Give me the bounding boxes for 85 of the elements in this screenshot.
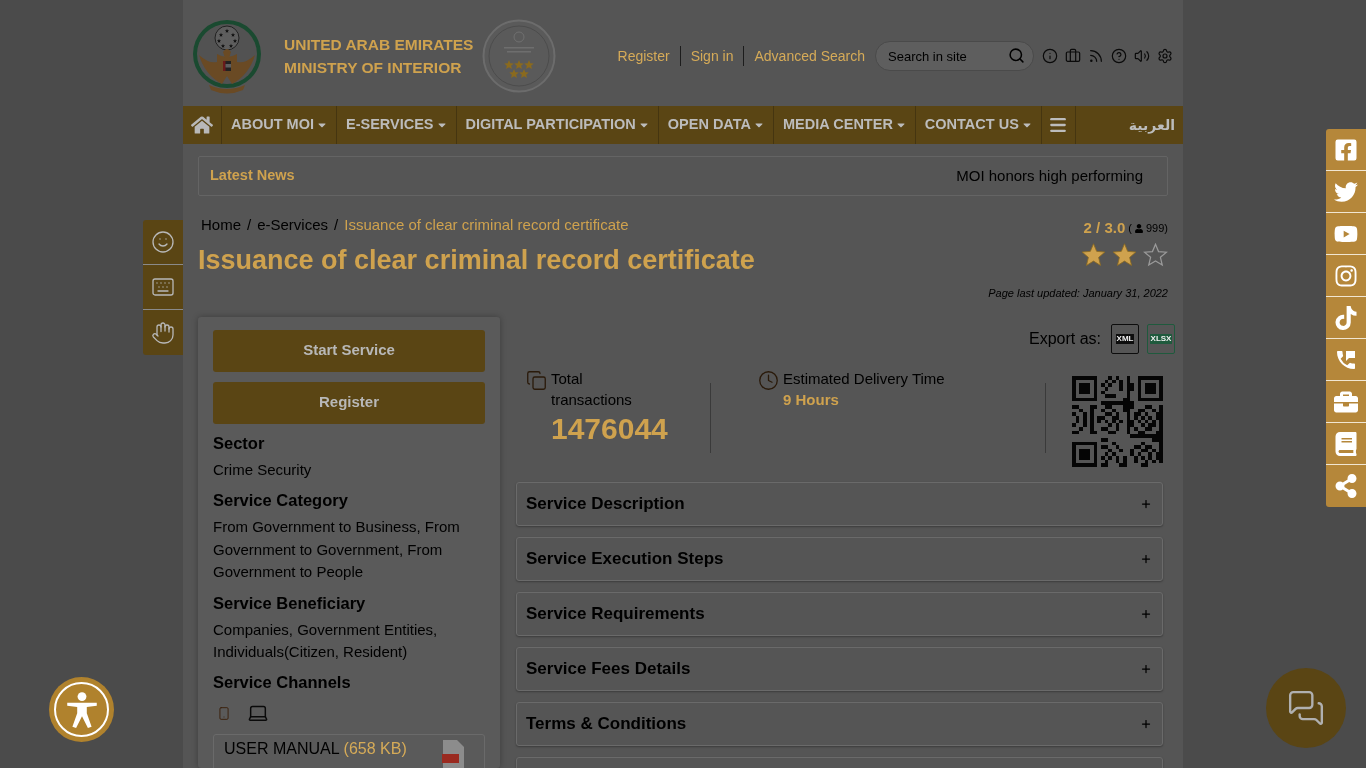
nav-menu-item[interactable]: ABOUT MOI [222, 106, 337, 144]
register-button[interactable]: Register [213, 381, 485, 424]
accordion-title: Service Description [526, 492, 685, 515]
copy-icon [526, 369, 547, 391]
breadcrumb-link[interactable]: e-Services [257, 215, 329, 235]
home-icon [191, 115, 213, 135]
section-text: Companies, Government Entities, Individuals(Citizen, Resident) [213, 619, 439, 662]
stat-value: 9 Hours [783, 389, 840, 410]
info-icon[interactable] [1042, 48, 1058, 64]
accordion-title: Service Fees Details [526, 657, 691, 680]
accordion-title: Service Execution Steps [526, 547, 724, 570]
section-text: Crime Security [213, 459, 313, 480]
language-link[interactable]: العربية [1128, 106, 1183, 144]
export-file-button[interactable]: XML [1111, 323, 1139, 354]
export-label: Export as: [1028, 328, 1101, 349]
nav-menu-item[interactable]: DIGITAL PARTICIPATION [456, 106, 659, 144]
nav-menu-item[interactable]: E-SERVICES [336, 106, 457, 144]
person-icon [66, 691, 97, 728]
logo-text: UNITED ARAB EMIRATES [284, 35, 474, 55]
hand-icon [151, 320, 175, 345]
chat-icon [1287, 689, 1325, 727]
keyboard-icon [151, 275, 175, 299]
breadcrumb-separator: / [247, 215, 252, 235]
share-icon [1334, 474, 1358, 498]
breadcrumb-link[interactable]: Issuance of clear criminal record certificate [344, 215, 629, 235]
user-manual-link[interactable]: USER MANUAL (658 KB) [213, 733, 485, 768]
star-rating[interactable] [1081, 243, 1168, 267]
accordion-title: Service Requirements [526, 602, 705, 625]
section-heading: Sector [213, 432, 266, 454]
accordion-header[interactable]: Service Requirements [516, 591, 1163, 636]
briefcase-icon [1334, 389, 1358, 414]
accordion-header[interactable]: Terms & Conditions [516, 701, 1163, 746]
accordion-header[interactable]: Service Description [516, 481, 1163, 526]
rss-icon[interactable] [1088, 48, 1104, 64]
stat-value: 1476044 [551, 411, 668, 446]
smile-icon [151, 230, 175, 254]
news-headline-link[interactable]: MOI honors high performing [956, 164, 1143, 188]
stat-label: Total transactions [551, 368, 633, 410]
search-field[interactable]: Search in site [875, 41, 1034, 71]
nav-menu-item[interactable]: CONTACT US [915, 106, 1042, 144]
accordion-title: Terms & Conditions [526, 712, 687, 735]
user-icon [1134, 223, 1143, 233]
accordion-header[interactable]: Service Fees Details [516, 646, 1163, 691]
header-link[interactable]: Register [607, 46, 680, 66]
pdf-file-icon [442, 739, 464, 768]
start-service-button[interactable]: Start Service [213, 329, 485, 372]
plus-icon [1140, 607, 1152, 620]
section-heading: Service Category [213, 490, 349, 511]
help-icon[interactable] [1111, 48, 1127, 64]
speaker-icon[interactable] [1134, 48, 1150, 64]
plus-icon [1140, 717, 1152, 730]
book-icon [1334, 431, 1358, 456]
camera-icon [1334, 263, 1358, 288]
star-icon[interactable] [1112, 243, 1137, 267]
briefcase-icon[interactable] [1065, 48, 1081, 64]
section-text: From Government to Business, From Government to Government, From Government to People [213, 517, 461, 582]
star-icon[interactable] [1081, 243, 1106, 267]
breadcrumb-link[interactable]: Home [201, 215, 241, 235]
clock-icon [758, 369, 779, 391]
section-heading: Service Beneficiary [213, 592, 367, 614]
stat-label: Estimated Delivery Time [783, 368, 945, 389]
star-icon[interactable] [1143, 243, 1168, 267]
breadcrumb-separator: / [334, 215, 339, 235]
plus-icon [1140, 497, 1152, 510]
plus-icon [1140, 552, 1152, 565]
ticker-label: Latest News [210, 166, 295, 186]
facebook-icon [1334, 137, 1358, 162]
music-note-icon [1334, 305, 1358, 330]
menu-icon [1048, 115, 1069, 135]
bird-icon [1334, 179, 1358, 204]
vote-count: 999) [1145, 220, 1168, 236]
settings-icon[interactable] [1157, 48, 1173, 64]
plus-icon [1140, 662, 1152, 675]
vote-count-paren: ( [1128, 220, 1132, 236]
logo-text: MINISTRY OF INTERIOR [284, 58, 463, 78]
export-file-button[interactable]: XLSX [1147, 323, 1175, 354]
last-updated-text: Page last updated: January 31, 2022 [988, 286, 1168, 301]
page-title: Issuance of clear criminal record certificate [198, 244, 755, 277]
rating-score: 2 / 3.0 [1083, 217, 1126, 238]
section-heading: Service Channels [213, 671, 352, 693]
nav-menu-item[interactable]: MEDIA CENTER [774, 106, 916, 144]
nav-menu-item[interactable]: OPEN DATA [658, 106, 775, 144]
search-icon[interactable] [1008, 47, 1025, 64]
accordion-header[interactable]: Service Execution Steps [516, 536, 1163, 581]
header-link[interactable]: Sign in [679, 46, 744, 66]
